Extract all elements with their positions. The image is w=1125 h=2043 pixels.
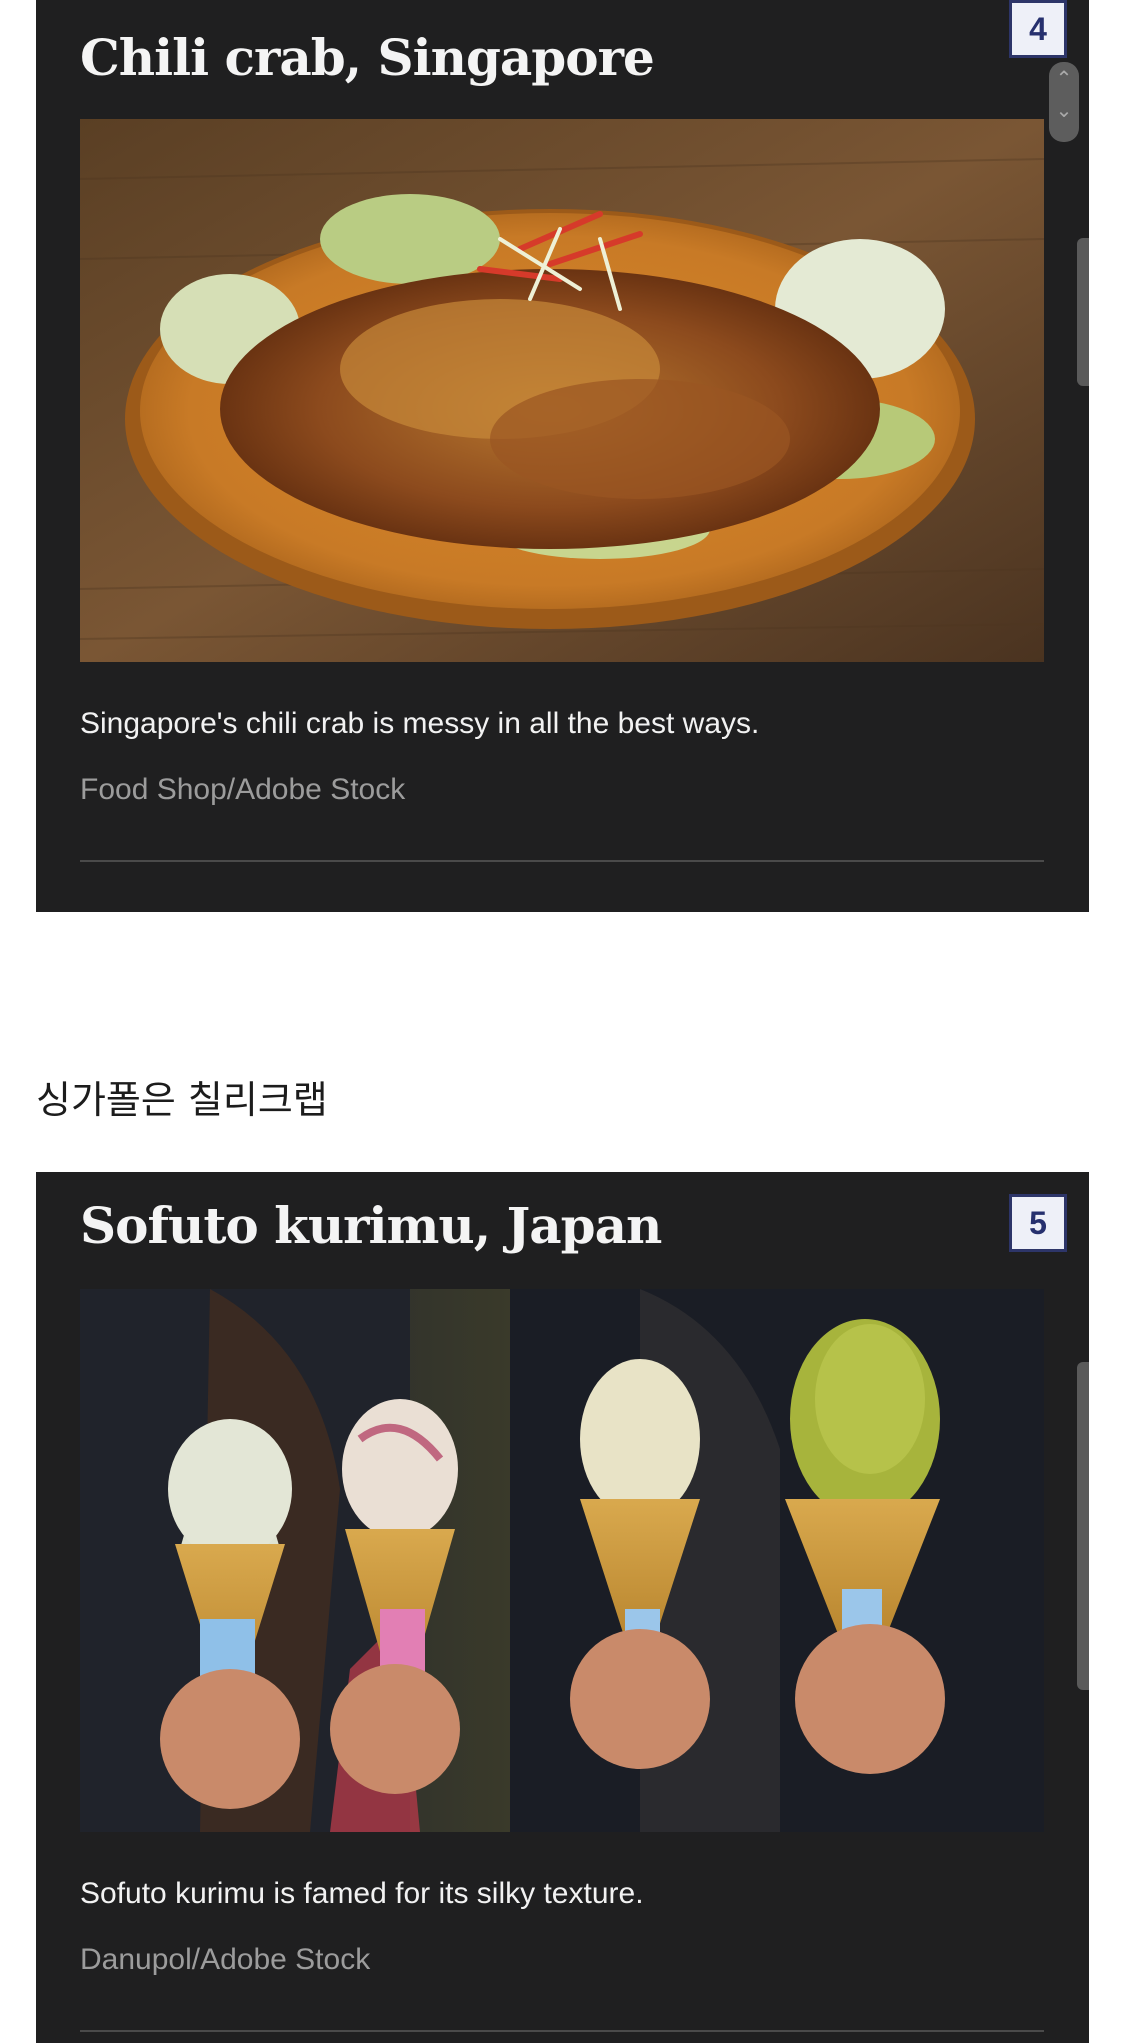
slide-caption: Sofuto kurimu is famed for its silky tex… [80,1877,644,1910]
scrollbar[interactable] [1077,1362,1089,1690]
gallery-slide-chili-crab: Chili crab, Singapore 4 ⌃ ⌄ Singapore's … [36,0,1089,912]
slide-number-badge: 4 [1009,0,1067,58]
slide-caption: Singapore's chili crab is messy in all t… [80,707,760,740]
chevron-down-icon[interactable]: ⌄ [1049,100,1079,122]
article-page: Chili crab, Singapore 4 ⌃ ⌄ Singapore's … [0,0,1125,2043]
slide-title: Sofuto kurimu, Japan [80,1196,662,1255]
divider [80,860,1044,862]
article-paragraph: 싱가폴은 칠리크랩 [36,1078,328,1122]
divider [80,2030,1044,2032]
chili-crab-photo [80,119,1044,662]
slide-number-badge: 5 [1009,1194,1067,1252]
gallery-slide-sofuto-kurimu: Sofuto kurimu, Japan 5 Sofuto kurimu is … [36,1172,1089,2043]
photo-credit: Danupol/Adobe Stock [80,1943,371,1976]
slide-title: Chili crab, Singapore [80,28,655,87]
ice-cream-photo [80,1289,1044,1832]
chevron-up-icon[interactable]: ⌃ [1049,68,1079,90]
scroll-thumb[interactable]: ⌃ ⌄ [1049,62,1079,142]
scrollbar[interactable] [1077,238,1089,386]
photo-credit: Food Shop/Adobe Stock [80,773,406,806]
